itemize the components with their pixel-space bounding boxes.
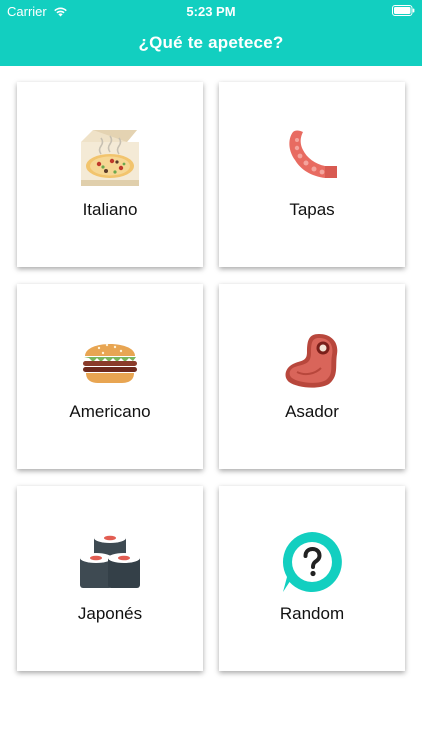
- category-card-random[interactable]: Random: [219, 486, 405, 671]
- page-title: ¿Qué te apetece?: [138, 33, 284, 52]
- status-bar: Carrier 5:23 PM: [0, 0, 422, 22]
- category-label: Tapas: [289, 200, 335, 219]
- category-card-americano[interactable]: Americano: [17, 284, 203, 469]
- category-label: Japonés: [77, 604, 143, 623]
- navigation-header: Carrier 5:23 PM ¿Qué te apetece?: [0, 0, 422, 66]
- category-card-asador[interactable]: Asador: [219, 284, 405, 469]
- octopus-tentacle-icon: [289, 130, 337, 178]
- category-label: Americano: [69, 402, 151, 421]
- category-card-tapas[interactable]: Tapas: [219, 82, 405, 267]
- status-time: 5:23 PM: [186, 4, 236, 19]
- category-label: Random: [279, 604, 345, 623]
- category-label: Asador: [285, 402, 339, 421]
- category-card-italiano[interactable]: Italiano: [17, 82, 203, 267]
- question-mark-icon: [282, 532, 342, 592]
- sushi-icon: [80, 533, 140, 588]
- battery-icon: [392, 5, 415, 16]
- steak-icon: [285, 334, 338, 388]
- burger-icon: [83, 343, 137, 383]
- category-card-japones[interactable]: Japonés: [17, 486, 203, 671]
- pizza-box-icon: [81, 130, 139, 186]
- category-label: Italiano: [82, 200, 138, 219]
